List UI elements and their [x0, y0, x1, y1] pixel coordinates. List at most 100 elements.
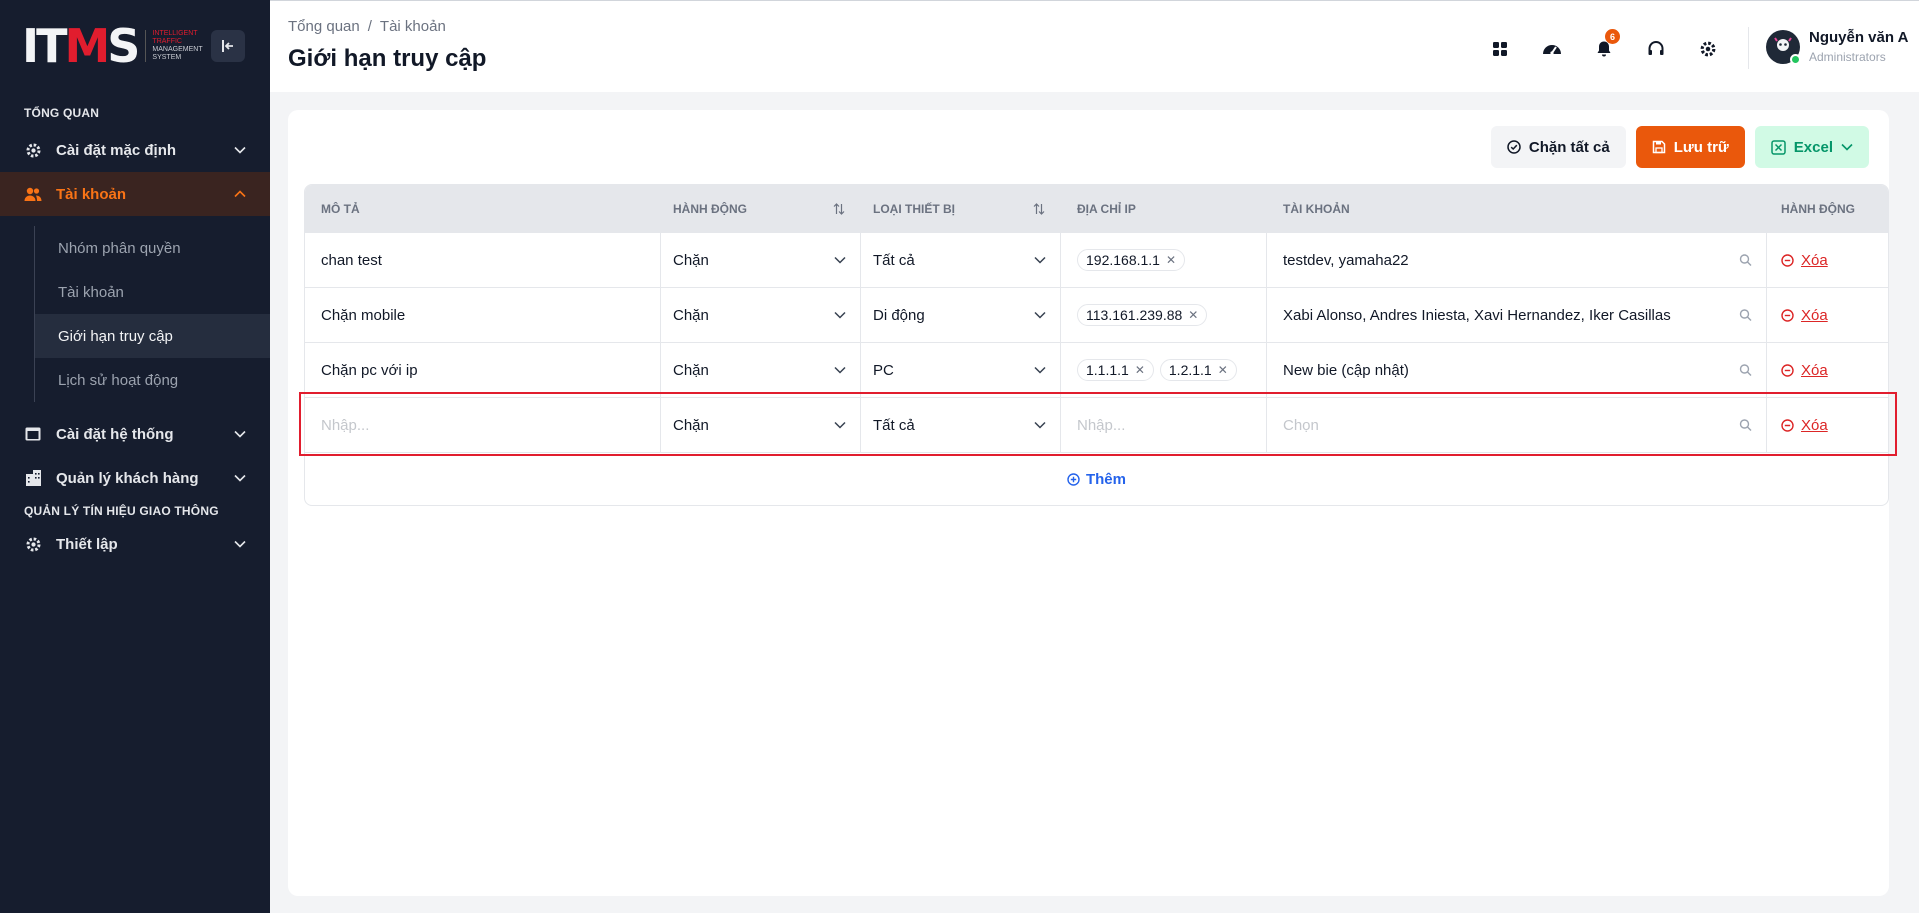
sidebar-item-customers[interactable]: Quản lý khách hàng	[0, 456, 270, 500]
chevron-down-icon	[834, 421, 846, 429]
remove-tag-icon[interactable]: ✕	[1166, 253, 1176, 267]
sidebar-item-label: Cài đặt hệ thống	[56, 425, 174, 443]
sidebar-item-label: Tài khoản	[56, 185, 127, 203]
user-menu[interactable]: Nguyễn văn A Administrators	[1766, 29, 1909, 65]
sidebar-subitem-accounts[interactable]: Tài khoản	[0, 270, 270, 314]
logo-mark: ITMS	[22, 19, 140, 73]
add-row-button[interactable]: Thêm	[305, 453, 1888, 505]
section-title-traffic: QUẢN LÝ TÍN HIỆU GIAO THÔNG	[24, 504, 219, 518]
building-icon	[24, 469, 42, 487]
delete-link[interactable]: Xóa	[1781, 417, 1828, 434]
new-device-type-select[interactable]: Tất cả	[861, 398, 1061, 452]
remove-tag-icon[interactable]: ✕	[1218, 363, 1228, 377]
notifications-button[interactable]: 6	[1586, 29, 1622, 67]
sidebar-item-default-settings[interactable]: Cài đặt mặc định	[0, 128, 270, 172]
chevron-down-icon	[234, 474, 246, 482]
sidebar-item-label: Quản lý khách hàng	[56, 469, 199, 487]
sidebar-subitem-access-limit[interactable]: Giới hạn truy cập	[34, 314, 270, 358]
collapse-icon	[222, 40, 233, 52]
breadcrumb-overview[interactable]: Tổng quan	[288, 18, 360, 35]
apps-button[interactable]	[1482, 31, 1518, 67]
action-select[interactable]: Chặn	[661, 233, 861, 287]
check-circle-icon	[1507, 140, 1521, 154]
sort-icon	[1033, 203, 1045, 215]
save-label: Lưu trữ	[1673, 138, 1729, 156]
collapse-sidebar-button[interactable]	[211, 30, 245, 62]
table-row: Chặn mobile Chặn Di động 113.161.239.88 ✕…	[305, 288, 1888, 343]
action-select[interactable]: Chặn	[661, 288, 861, 342]
search-icon	[1739, 254, 1752, 266]
table-header: MÔ TẢ HÀNH ĐỘNG LOẠI THIẾT BỊ ĐỊA CHỈ IP…	[305, 185, 1888, 233]
block-all-label: Chặn tất cả	[1528, 138, 1610, 156]
minus-circle-icon	[1781, 363, 1794, 377]
minus-circle-icon	[1781, 308, 1794, 322]
ip-input[interactable]: 192.168.1.1 ✕	[1061, 233, 1267, 287]
chevron-down-icon	[234, 430, 246, 438]
remove-tag-icon[interactable]: ✕	[1135, 363, 1145, 377]
delete-link[interactable]: Xóa	[1781, 307, 1828, 324]
column-header-device-type[interactable]: LOẠI THIẾT BỊ	[861, 185, 1061, 233]
ip-input[interactable]: 1.1.1.1 ✕ 1.2.1.1 ✕	[1061, 343, 1267, 397]
account-select[interactable]: Xabi Alonso, Andres Iniesta, Xavi Hernan…	[1267, 288, 1767, 342]
column-header-account: TÀI KHOẢN	[1283, 202, 1350, 216]
new-account-select[interactable]: Chọn	[1267, 398, 1767, 452]
dashboard-button[interactable]	[1534, 31, 1570, 67]
excel-label: Excel	[1793, 138, 1833, 156]
new-action-select[interactable]: Chặn	[661, 398, 861, 452]
sidebar-subitem-permission-groups[interactable]: Nhóm phân quyền	[0, 226, 270, 270]
column-header-ip: ĐỊA CHỈ IP	[1077, 202, 1136, 216]
sidebar-item-setup[interactable]: Thiết lập	[0, 522, 270, 566]
logo: ITMS INTELLIGENT TRAFFIC MANAGEMENT SYST…	[0, 0, 270, 92]
minus-circle-icon	[1781, 418, 1794, 432]
ip-input[interactable]: 113.161.239.88 ✕	[1061, 288, 1267, 342]
header-divider	[1748, 27, 1749, 69]
sidebar-item-system-settings[interactable]: Cài đặt hệ thống	[0, 412, 270, 456]
remove-tag-icon[interactable]: ✕	[1188, 308, 1198, 322]
delete-link[interactable]: Xóa	[1781, 362, 1828, 379]
description-input[interactable]: chan test	[305, 233, 661, 287]
excel-button[interactable]: Excel	[1754, 126, 1869, 168]
avatar-icon	[1774, 36, 1792, 51]
chevron-down-icon	[1841, 143, 1853, 151]
breadcrumb-accounts[interactable]: Tài khoản	[380, 18, 446, 35]
block-all-button[interactable]: Chặn tất cả	[1490, 126, 1626, 168]
chevron-down-icon	[234, 146, 246, 154]
user-name: Nguyễn văn A	[1809, 29, 1909, 46]
support-button[interactable]	[1638, 31, 1674, 67]
action-select[interactable]: Chặn	[661, 343, 861, 397]
new-ip-input[interactable]: Nhập...	[1061, 398, 1267, 452]
account-select[interactable]: testdev, yamaha22	[1267, 233, 1767, 287]
device-type-select[interactable]: Tất cả	[861, 233, 1061, 287]
ip-tag: 1.1.1.1 ✕	[1077, 359, 1154, 381]
device-type-select[interactable]: PC	[861, 343, 1061, 397]
table-row: chan test Chặn Tất cả 192.168.1.1 ✕ testd…	[305, 233, 1888, 288]
sidebar: ITMS INTELLIGENT TRAFFIC MANAGEMENT SYST…	[0, 0, 270, 913]
ip-tag: 1.2.1.1 ✕	[1159, 359, 1237, 381]
breadcrumb-separator: /	[367, 18, 372, 35]
toolbar: Chặn tất cả Lưu trữ Excel	[1490, 126, 1869, 168]
save-button[interactable]: Lưu trữ	[1635, 126, 1745, 168]
page-title: Giới hạn truy cập	[288, 45, 487, 72]
description-input[interactable]: Chặn pc với ip	[305, 343, 661, 397]
sidebar-subitem-activity-history[interactable]: Lịch sử hoạt động	[0, 358, 270, 402]
window-icon	[24, 425, 42, 443]
column-header-action[interactable]: HÀNH ĐỘNG	[661, 185, 861, 233]
table-row: Chặn pc với ip Chặn PC 1.1.1.1 ✕ 1.2.1.1 ✕…	[305, 343, 1888, 398]
settings-button[interactable]	[1690, 31, 1726, 67]
breadcrumb: Tổng quan / Tài khoản	[288, 18, 446, 35]
new-table-row: Nhập... Chặn Tất cả Nhập... Chọn Xóa	[305, 398, 1888, 453]
chevron-down-icon	[234, 540, 246, 548]
avatar	[1766, 29, 1801, 65]
description-input[interactable]: Chặn mobile	[305, 288, 661, 342]
chevron-down-icon	[834, 366, 846, 374]
search-icon	[1739, 419, 1752, 431]
sort-icon	[833, 203, 845, 215]
device-type-select[interactable]: Di động	[861, 288, 1061, 342]
header: Tổng quan / Tài khoản Giới hạn truy cập 6 …	[270, 0, 1919, 92]
speedometer-icon	[1543, 45, 1561, 55]
delete-link[interactable]: Xóa	[1781, 252, 1828, 269]
sidebar-item-accounts[interactable]: Tài khoản	[0, 172, 270, 216]
account-select[interactable]: New bie (cập nhật)	[1267, 343, 1767, 397]
new-description-input[interactable]: Nhập...	[305, 398, 661, 452]
minus-circle-icon	[1781, 253, 1794, 267]
